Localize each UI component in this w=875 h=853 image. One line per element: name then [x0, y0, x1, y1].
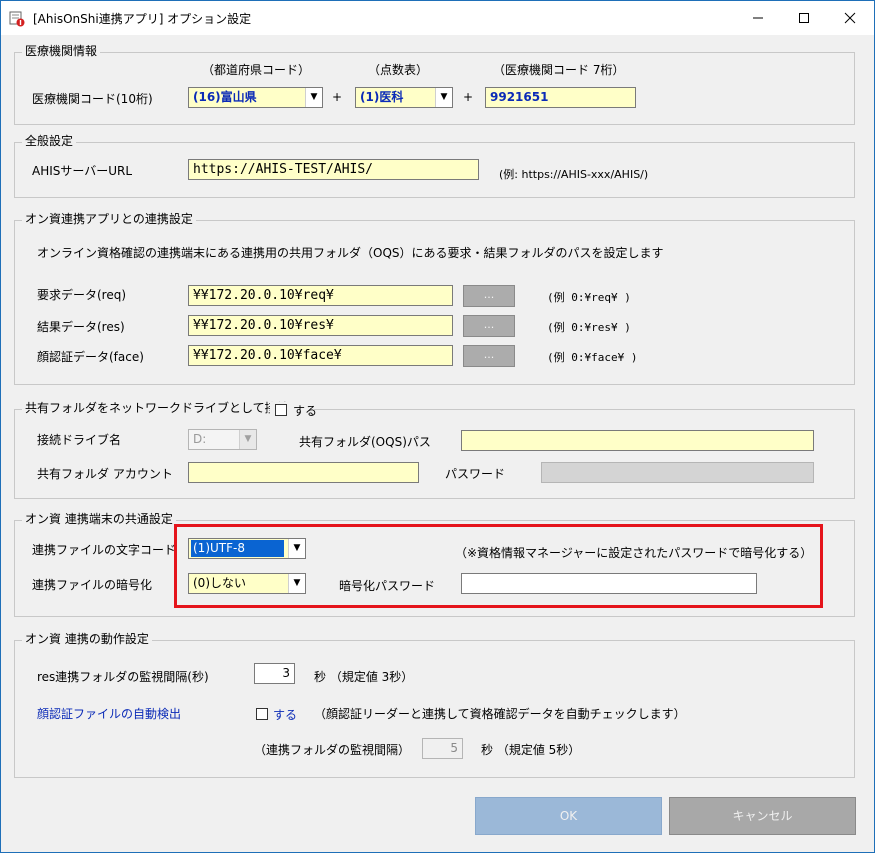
score-table-header: （点数表） — [368, 63, 429, 77]
share-password-input[interactable] — [541, 462, 814, 483]
cancel-button[interactable]: キャンセル — [669, 797, 856, 835]
highlight-box — [174, 524, 823, 608]
monitor-interval-suffix: 秒 （規定値 3秒） — [314, 670, 414, 684]
folder-interval-label: （連携フォルダの監視間隔） — [254, 743, 411, 757]
plus-sign: + — [463, 90, 474, 104]
server-url-input[interactable]: https://AHIS-TEST/AHIS/ — [188, 159, 479, 180]
request-browse-button[interactable]: ... — [463, 285, 515, 307]
facility-code-header: （医療機関コード 7桁） — [493, 63, 625, 77]
result-data-label: 結果データ(res) — [37, 320, 125, 334]
folder-interval-suffix: 秒 （規定値 5秒） — [481, 743, 581, 757]
chevron-down-icon[interactable]: ▼ — [305, 88, 322, 107]
app-icon — [9, 11, 25, 27]
pref-code-header: （都道府県コード） — [202, 63, 311, 77]
share-path-label: 共有フォルダ(OQS)パス — [299, 435, 431, 449]
share-account-input[interactable] — [188, 462, 419, 483]
netdrive-group — [14, 409, 855, 499]
request-example: (例 0:¥req¥ ) — [547, 291, 631, 304]
drive-select[interactable]: D: ▼ — [188, 429, 257, 450]
face-autodetect-label: 顔認証ファイルの自動検出 — [37, 707, 182, 721]
drive-name-label: 接続ドライブ名 — [37, 433, 122, 447]
maximize-icon — [799, 13, 809, 23]
plus-sign: + — [332, 90, 343, 104]
minimize-icon — [753, 17, 763, 19]
face-autodetect-checkbox-label[interactable]: する — [273, 706, 297, 723]
common-legend: オン資 連携端末の共通設定 — [22, 512, 176, 526]
options-dialog: [AhisOnShi連携アプリ] オプション設定 医療機関情報 （都道府県コード… — [0, 0, 875, 853]
close-button[interactable] — [827, 1, 873, 35]
face-browse-button[interactable]: ... — [463, 345, 515, 367]
face-autodetect-note: （顔認証リーダーと連携して資格確認データを自動チェックします） — [314, 707, 686, 721]
request-data-label: 要求データ(req) — [37, 288, 127, 302]
netdrive-legend: 共有フォルダをネットワークドライブとして接続 — [22, 401, 292, 415]
folder-interval-input[interactable]: 5 — [422, 738, 463, 759]
behavior-legend: オン資 連携の動作設定 — [22, 632, 152, 646]
face-example: (例 0:¥face¥ ) — [547, 351, 638, 364]
share-password-label: パスワード — [445, 467, 506, 481]
pref-value: (16)富山県 — [193, 90, 257, 104]
pref-select[interactable]: (16)富山県 ▼ — [188, 87, 323, 108]
window-title: [AhisOnShi連携アプリ] オプション設定 — [33, 12, 252, 26]
maximize-button[interactable] — [781, 1, 827, 35]
face-data-label: 顔認証データ(face) — [37, 350, 144, 364]
link-description: オンライン資格確認の連携端末にある連携用の共用フォルダ（OQS）にある要求・結果… — [37, 246, 664, 260]
drive-value: D: — [193, 432, 207, 446]
monitor-interval-label: res連携フォルダの監視間隔(秒) — [37, 670, 209, 684]
share-path-input[interactable] — [461, 430, 814, 451]
result-path-input[interactable]: ¥¥172.20.0.10¥res¥ — [188, 315, 453, 336]
chevron-down-icon[interactable]: ▼ — [239, 430, 256, 449]
facility-code-label: 医療機関コード(10桁) — [32, 92, 153, 106]
face-path-input[interactable]: ¥¥172.20.0.10¥face¥ — [188, 345, 453, 366]
medical-legend: 医療機関情報 — [22, 44, 101, 58]
result-example: (例 0:¥res¥ ) — [547, 321, 631, 334]
score-table-value: (1)医科 — [360, 90, 404, 104]
result-browse-button[interactable]: ... — [463, 315, 515, 337]
charset-label: 連携ファイルの文字コード — [32, 543, 177, 557]
face-autodetect-checkbox[interactable] — [256, 708, 268, 720]
facility-code-input[interactable]: 9921651 — [485, 87, 636, 108]
server-url-example: (例: https://AHIS-xxx/AHIS/) — [499, 168, 649, 181]
close-icon — [844, 12, 856, 24]
request-path-input[interactable]: ¥¥172.20.0.10¥req¥ — [188, 285, 453, 306]
title-bar: [AhisOnShi連携アプリ] オプション設定 — [1, 1, 874, 35]
score-table-select[interactable]: (1)医科 ▼ — [355, 87, 453, 108]
server-url-label: AHISサーバーURL — [32, 164, 133, 178]
chevron-down-icon[interactable]: ▼ — [435, 88, 452, 107]
monitor-interval-input[interactable]: 3 — [254, 663, 295, 684]
netdrive-checkbox[interactable] — [275, 404, 287, 416]
link-legend: オン資連携アプリとの連携設定 — [22, 212, 196, 226]
share-account-label: 共有フォルダ アカウント — [37, 467, 173, 481]
ok-button[interactable]: OK — [475, 797, 662, 835]
netdrive-checkbox-label[interactable]: する — [293, 402, 317, 419]
minimize-button[interactable] — [735, 1, 781, 35]
general-legend: 全般設定 — [22, 134, 77, 148]
encryption-label: 連携ファイルの暗号化 — [32, 578, 153, 592]
